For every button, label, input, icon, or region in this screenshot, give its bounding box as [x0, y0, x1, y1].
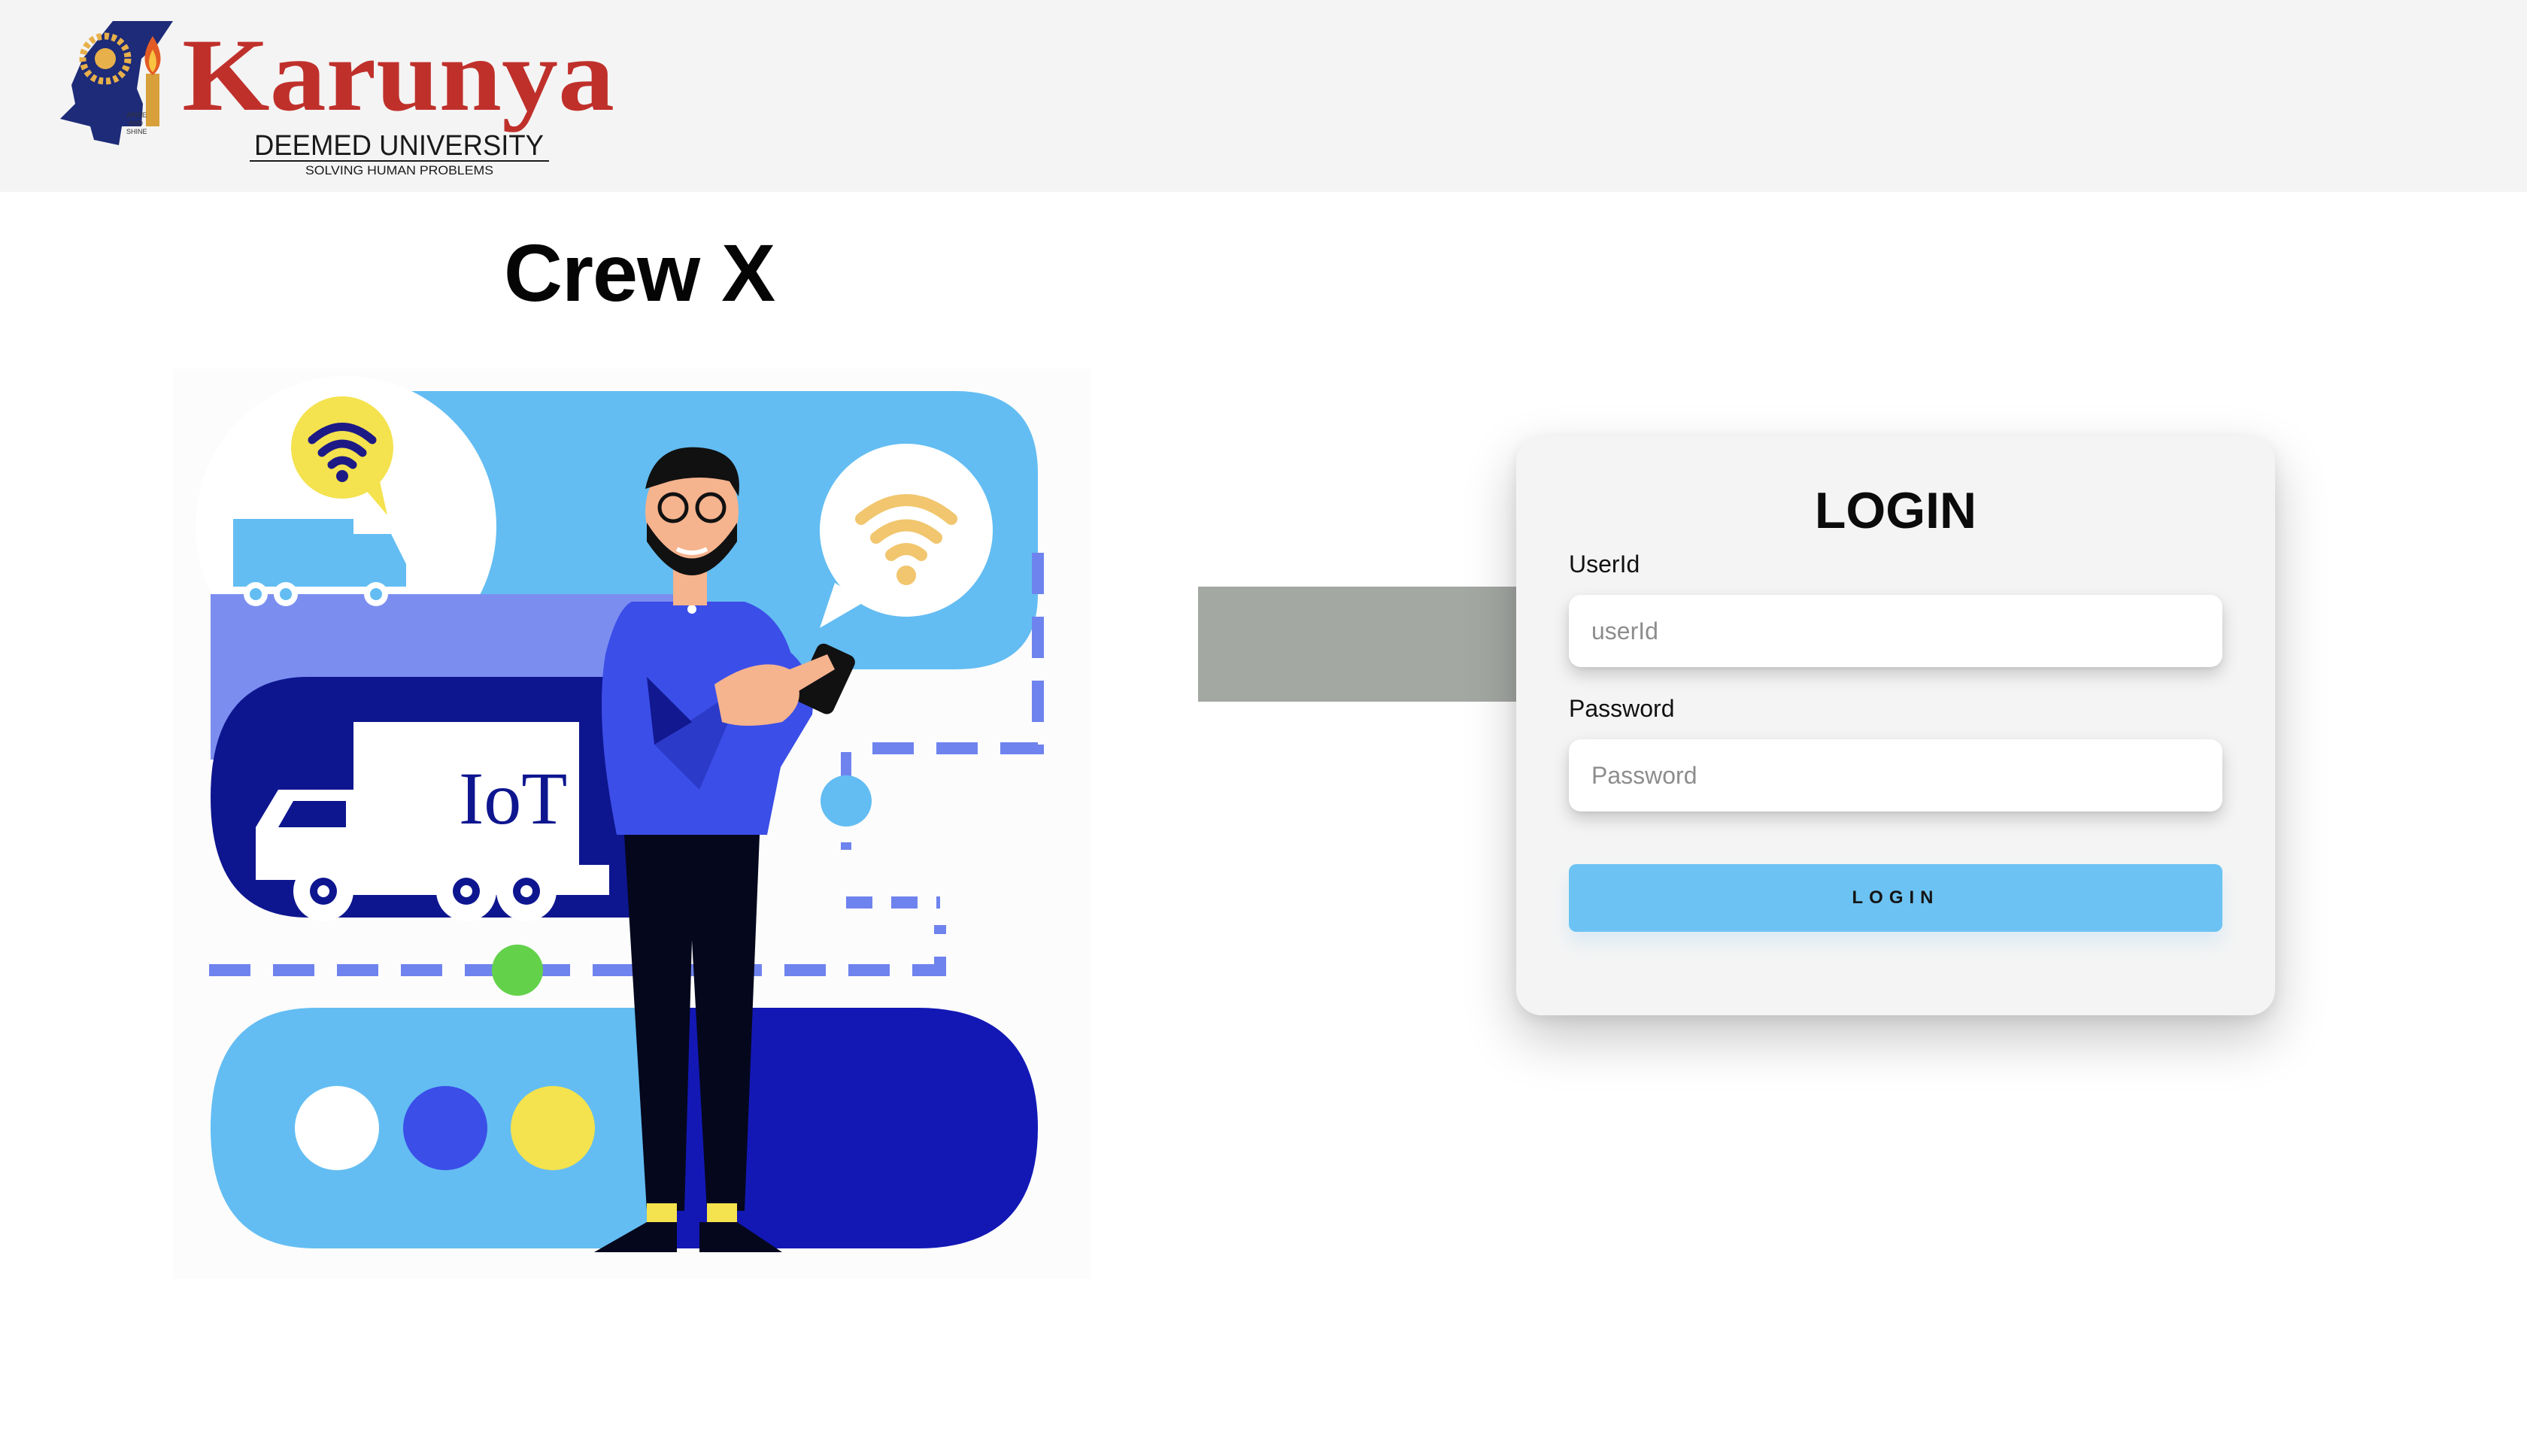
logo-tagline: SOLVING HUMAN PROBLEMS	[305, 163, 493, 177]
karunya-logo[interactable]: ARISE AND SHINE Karunya DEEMED UNIVERSIT…	[53, 14, 624, 183]
password-label: Password	[1569, 695, 1675, 722]
logo-subtitle: DEEMED UNIVERSITY	[254, 130, 544, 162]
truck-iot-label: IoT	[459, 757, 567, 840]
redacted-block	[1198, 587, 1559, 702]
emblem-text-2: AND	[129, 120, 144, 127]
login-heading: LOGIN	[1814, 482, 1977, 539]
iot-delivery-illustration-icon: IoT	[173, 369, 1091, 1279]
header-bar: ARISE AND SHINE Karunya DEEMED UNIVERSIT…	[0, 0, 2527, 192]
userid-input[interactable]	[1569, 595, 2222, 667]
karunya-logo-icon: ARISE AND SHINE Karunya DEEMED UNIVERSIT…	[60, 17, 614, 177]
page-title: Crew X	[504, 227, 775, 318]
emblem-text-1: ARISE	[126, 111, 147, 119]
login-card: LOGIN UserId Password LOGIN	[1516, 436, 2275, 1015]
password-input[interactable]	[1569, 739, 2222, 811]
iot-illustration: IoT	[173, 369, 1091, 1279]
emblem-text-3: SHINE	[126, 128, 147, 135]
login-button[interactable]: LOGIN	[1569, 864, 2222, 932]
logo-wordmark: Karunya	[182, 17, 614, 132]
userid-label: UserId	[1569, 551, 1640, 578]
